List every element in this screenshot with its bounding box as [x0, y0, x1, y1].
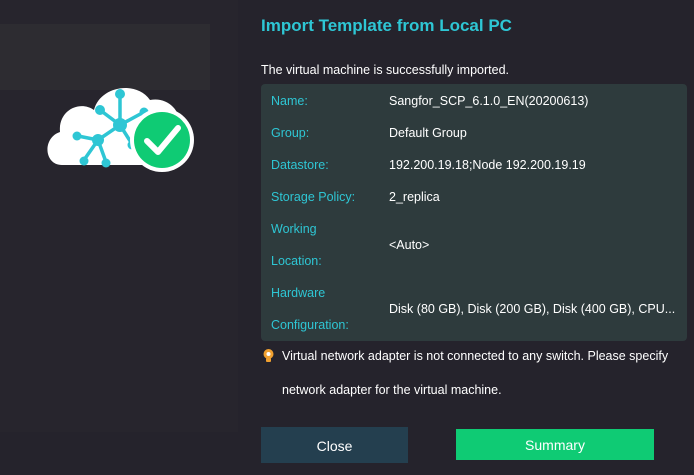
warning-text-line1: Virtual network adapter is not connected… — [282, 349, 669, 363]
detail-value: Disk (80 GB), Disk (200 GB), Disk (400 G… — [389, 302, 676, 316]
dialog-title: Import Template from Local PC — [261, 16, 512, 35]
detail-label: Storage Policy: — [271, 190, 356, 204]
detail-value: <Auto> — [389, 238, 430, 252]
checkmark-circle-icon — [134, 112, 190, 168]
detail-value: Sangfor_SCP_6.1.0_EN(20200613) — [389, 94, 589, 108]
detail-value: 2_replica — [389, 190, 440, 204]
detail-value: 192.200.19.18;Node 192.200.19.19 — [389, 158, 586, 172]
detail-label: Location: — [271, 254, 322, 268]
detail-label: Hardware — [271, 286, 326, 300]
detail-label: Configuration: — [271, 318, 349, 332]
detail-label: Name: — [271, 94, 308, 108]
detail-value: Default Group — [389, 126, 467, 140]
detail-label: Working — [271, 222, 317, 236]
summary-button[interactable]: Summary — [456, 429, 654, 460]
close-button[interactable]: Close — [261, 427, 408, 463]
warning-text-line2: network adapter for the virtual machine. — [282, 383, 502, 397]
detail-label: Datastore: — [271, 158, 329, 172]
cloud-network-icon — [47, 87, 194, 172]
lightbulb-warning-icon — [263, 349, 274, 362]
detail-label: Group: — [271, 126, 310, 140]
left-panel — [0, 0, 238, 432]
success-message: The virtual machine is successfully impo… — [261, 63, 510, 77]
vm-details-panel: Name: Sangfor_SCP_6.1.0_EN(20200613) Gro… — [261, 84, 687, 341]
